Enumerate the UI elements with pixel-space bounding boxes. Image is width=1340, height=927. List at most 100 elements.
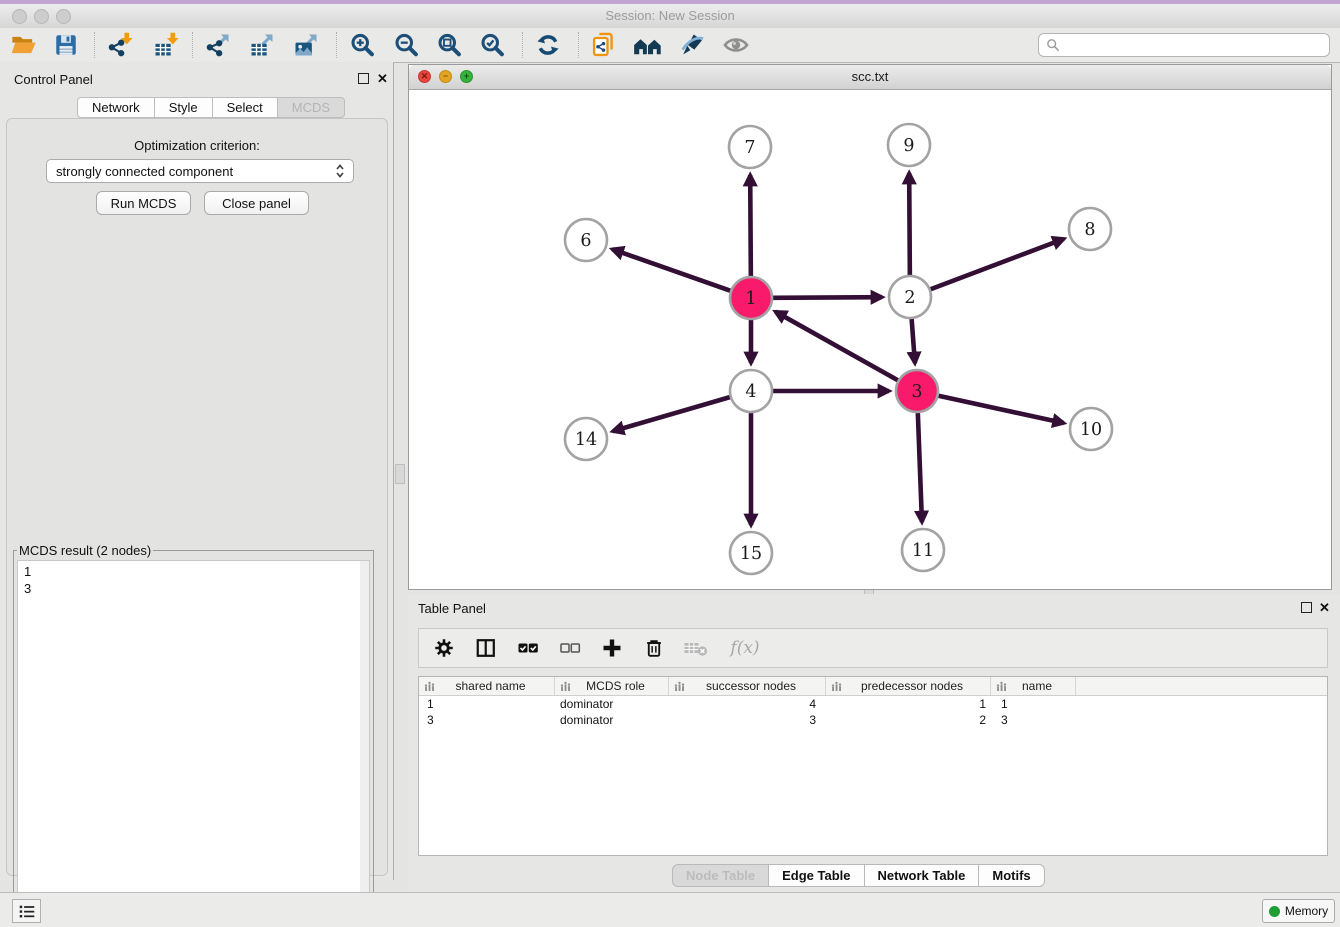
network-close-icon[interactable]: ✕ xyxy=(418,70,431,83)
network-canvas[interactable]: 7968124314101511 xyxy=(409,89,1331,589)
mcds-result-textarea[interactable]: 1 3 xyxy=(17,560,370,905)
table-row[interactable]: 1dominator411 xyxy=(419,696,1327,712)
home-icon xyxy=(633,31,663,59)
graph-edge-2-3[interactable] xyxy=(912,319,915,363)
graph-edge-3-1[interactable] xyxy=(775,312,897,381)
network-window-titlebar[interactable]: ✕ − + scc.txt xyxy=(409,65,1331,90)
sort-icon xyxy=(424,681,435,692)
graph-node-label-3: 3 xyxy=(911,382,922,402)
network-minimize-icon[interactable]: − xyxy=(439,70,452,83)
open-session-button[interactable] xyxy=(8,31,40,59)
table-cell: 3 xyxy=(669,712,826,728)
clone-network-button[interactable] xyxy=(588,31,620,59)
window-close-icon[interactable] xyxy=(12,9,27,24)
close-table-panel-icon[interactable]: ✕ xyxy=(1319,602,1330,614)
tab-mcds[interactable]: MCDS xyxy=(277,97,345,118)
export-image-button[interactable] xyxy=(290,31,322,59)
window-minimize-icon[interactable] xyxy=(34,9,49,24)
graph-edge-1-6[interactable] xyxy=(612,249,730,290)
delete-table-button[interactable] xyxy=(683,635,709,661)
delete-column-button[interactable] xyxy=(641,635,667,661)
node-table[interactable]: shared nameMCDS role successor nodesprede… xyxy=(418,676,1328,856)
export-table-button[interactable] xyxy=(246,31,278,59)
graph-edge-1-7[interactable] xyxy=(750,175,751,276)
show-graphics-details-icon xyxy=(722,31,750,59)
column-header-shared-name[interactable]: shared name xyxy=(419,677,555,695)
show-details-button[interactable] xyxy=(720,31,752,59)
task-history-button[interactable] xyxy=(12,899,41,923)
close-panel-button[interactable]: Close panel xyxy=(204,191,309,215)
home-button[interactable] xyxy=(632,31,664,59)
float-panel-icon[interactable] xyxy=(358,73,369,84)
list-icon xyxy=(19,904,35,919)
close-panel-icon[interactable]: ✕ xyxy=(377,73,388,85)
memory-button[interactable]: Memory xyxy=(1262,899,1335,923)
vertical-splitter-handle[interactable] xyxy=(395,464,405,484)
tab-node-table[interactable]: Node Table xyxy=(672,864,769,887)
zoom-in-button[interactable] xyxy=(346,31,378,59)
unselect-all-button[interactable] xyxy=(557,635,583,661)
table-cell: 1 xyxy=(419,696,555,712)
refresh-button[interactable] xyxy=(532,31,564,59)
graph-edge-3-11[interactable] xyxy=(918,413,922,522)
titlebar: Session: New Session xyxy=(0,4,1340,29)
float-table-panel-icon[interactable] xyxy=(1301,602,1312,613)
table-panel-title: Table Panel xyxy=(418,601,486,616)
column-header-name[interactable]: name xyxy=(991,677,1076,695)
function-builder-button[interactable]: f(x) xyxy=(725,635,765,661)
table-settings-button[interactable] xyxy=(431,635,457,661)
tab-network-table[interactable]: Network Table xyxy=(864,864,980,887)
graph-node-label-9: 9 xyxy=(903,136,914,156)
import-network-button[interactable] xyxy=(104,31,136,59)
column-header-label: successor nodes xyxy=(687,679,825,693)
graph-node-label-14: 14 xyxy=(575,430,597,450)
window-title: Session: New Session xyxy=(0,4,1340,28)
table-row[interactable]: 3dominator323 xyxy=(419,712,1327,728)
import-table-icon xyxy=(152,31,180,59)
window-zoom-icon[interactable] xyxy=(56,9,71,24)
import-network-icon xyxy=(106,31,134,59)
graph-edge-1-2[interactable] xyxy=(773,297,882,298)
column-header-MCDS-role[interactable]: MCDS role xyxy=(555,677,669,695)
tab-network[interactable]: Network xyxy=(77,97,155,118)
zoom-out-button[interactable] xyxy=(390,31,422,59)
search-input[interactable] xyxy=(1064,36,1329,54)
hide-graphics-details-icon xyxy=(678,31,706,59)
network-maximize-icon[interactable]: + xyxy=(460,70,473,83)
run-mcds-button[interactable]: Run MCDS xyxy=(96,191,191,215)
mcds-result-scrollbar[interactable] xyxy=(360,561,369,904)
gear-icon xyxy=(433,637,455,659)
export-network-button[interactable] xyxy=(202,31,234,59)
graph-edge-4-14[interactable] xyxy=(613,397,730,431)
column-header-predecessor-nodes[interactable]: predecessor nodes xyxy=(826,677,991,695)
select-all-button[interactable] xyxy=(515,635,541,661)
add-column-button[interactable] xyxy=(599,635,625,661)
tab-motifs[interactable]: Motifs xyxy=(978,864,1044,887)
table-cell: 3 xyxy=(991,712,1076,728)
toolbar-separator xyxy=(522,32,523,58)
tab-style[interactable]: Style xyxy=(154,97,213,118)
zoom-fit-button[interactable] xyxy=(433,31,465,59)
search-field[interactable] xyxy=(1038,33,1330,57)
network-view-window: ✕ − + scc.txt 7968124314101511 xyxy=(408,64,1332,590)
plus-icon xyxy=(600,636,624,660)
export-image-icon xyxy=(292,31,320,59)
zoom-selected-button[interactable] xyxy=(476,31,508,59)
column-header-successor-nodes[interactable]: successor nodes xyxy=(669,677,826,695)
criterion-dropdown[interactable]: strongly connected component xyxy=(46,159,354,183)
memory-status-icon xyxy=(1269,906,1280,917)
table-cell: 1 xyxy=(826,696,991,712)
column-header-label: shared name xyxy=(437,679,554,693)
sort-icon xyxy=(831,681,842,692)
tab-select[interactable]: Select xyxy=(212,97,278,118)
import-table-button[interactable] xyxy=(150,31,182,59)
graph-edge-2-9[interactable] xyxy=(909,173,910,275)
save-session-button[interactable] xyxy=(50,31,82,59)
hide-details-button[interactable] xyxy=(676,31,708,59)
graph-edge-2-8[interactable] xyxy=(931,239,1064,289)
graph-edge-3-10[interactable] xyxy=(938,396,1063,423)
show-columns-button[interactable] xyxy=(473,635,499,661)
table-cell: 2 xyxy=(826,712,991,728)
tab-edge-table[interactable]: Edge Table xyxy=(768,864,864,887)
control-panel-tabs: Network Style Select MCDS xyxy=(77,97,345,118)
